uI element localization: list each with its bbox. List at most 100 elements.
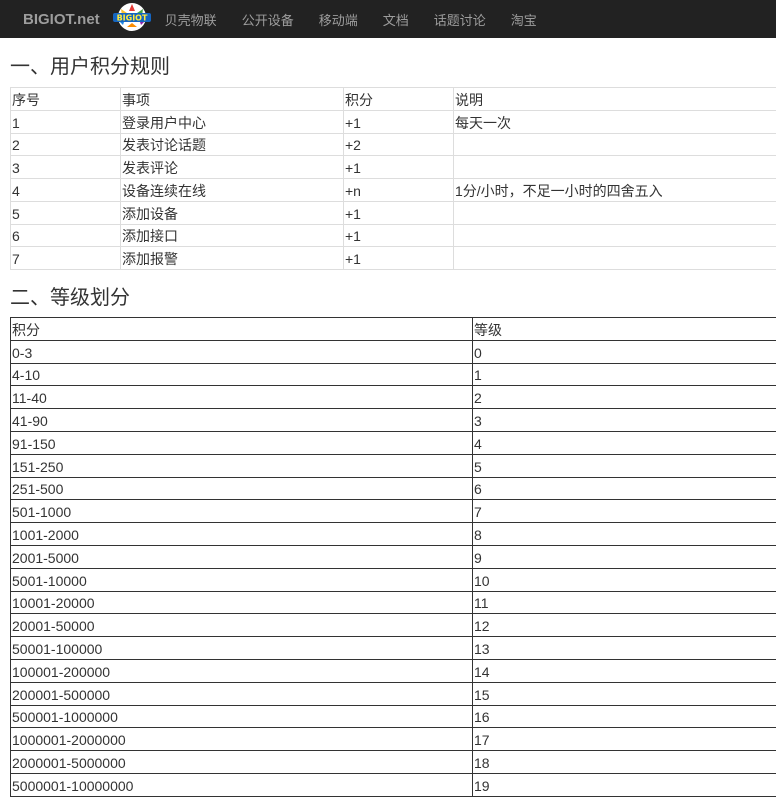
table-row: 2发表讨论话题+2 (11, 133, 776, 156)
table-cell: +n (344, 179, 454, 202)
top-navbar: BIGIOT.net BIGIOT 贝壳物联 公开设备 移动端 文档 话题讨论 … (0, 0, 776, 38)
table-cell: 2001-5000 (11, 545, 473, 568)
section1-title: 一、用户积分规则 (10, 55, 170, 79)
table-cell: 500001-1000000 (11, 705, 473, 728)
table-row: 151-2505 (11, 454, 776, 477)
nav-item-topics[interactable]: 话题讨论 (434, 10, 486, 29)
table-row: 2001-50009 (11, 545, 776, 568)
table-cell: 6 (473, 477, 776, 500)
table-cell: 0-3 (11, 340, 473, 363)
table-cell: 6 (11, 224, 121, 247)
nav-item-mobile[interactable]: 移动端 (319, 10, 358, 29)
table-cell: 18 (473, 751, 776, 774)
table-cell: 2000001-5000000 (11, 751, 473, 774)
table-row: 5000001-1000000019 (11, 773, 776, 796)
nav-menu: 贝壳物联 公开设备 移动端 文档 话题讨论 淘宝 (165, 10, 562, 29)
table-row: 100001-20000014 (11, 659, 776, 682)
table-cell: 5000001-10000000 (11, 773, 473, 796)
table-cell: 7 (473, 500, 776, 523)
table-cell: 0 (473, 340, 776, 363)
table-cell: 11-40 (11, 386, 473, 409)
table-cell: 9 (473, 545, 776, 568)
table-cell: 15 (473, 682, 776, 705)
table-cell: 4-10 (11, 363, 473, 386)
table-cell: 1 (11, 110, 121, 133)
table-cell (454, 133, 776, 156)
table-row: 10001-2000011 (11, 591, 776, 614)
table-row: 41-903 (11, 409, 776, 432)
table-cell: 11 (473, 591, 776, 614)
table-cell: 1001-2000 (11, 523, 473, 546)
table-cell: 5001-10000 (11, 568, 473, 591)
column-header: 积分 (344, 88, 454, 111)
table-row: 6添加接口+1 (11, 224, 776, 247)
nav-item-docs[interactable]: 文档 (383, 10, 409, 29)
table-cell: 10 (473, 568, 776, 591)
nav-item-taobao[interactable]: 淘宝 (511, 10, 537, 29)
table-cell: 501-1000 (11, 500, 473, 523)
table-cell: +1 (344, 156, 454, 179)
logo-icon[interactable]: BIGIOT (111, 1, 153, 37)
logo-text: BIGIOT (116, 14, 147, 23)
table-cell: 14 (473, 659, 776, 682)
table-cell: +1 (344, 201, 454, 224)
table-cell: 每天一次 (454, 110, 776, 133)
table-cell: 3 (473, 409, 776, 432)
table-cell: 12 (473, 614, 776, 637)
table-cell: 2 (11, 133, 121, 156)
table-cell: 7 (11, 247, 121, 270)
table-cell: 100001-200000 (11, 659, 473, 682)
table-cell: 251-500 (11, 477, 473, 500)
table-row: 1001-20008 (11, 523, 776, 546)
table-row: 5001-1000010 (11, 568, 776, 591)
table-cell: +1 (344, 224, 454, 247)
table-cell (454, 247, 776, 270)
table-cell: +2 (344, 133, 454, 156)
nav-item-public-devices[interactable]: 公开设备 (242, 10, 294, 29)
table-header-row: 序号 事项 积分 说明 (11, 88, 776, 111)
table-row: 1000001-200000017 (11, 728, 776, 751)
table-cell: 91-150 (11, 431, 473, 454)
table-cell (454, 156, 776, 179)
table-cell: 19 (473, 773, 776, 796)
table-cell: 5 (473, 454, 776, 477)
table-cell: 5 (11, 201, 121, 224)
table-cell: +1 (344, 247, 454, 270)
table-cell: 发表评论 (121, 156, 344, 179)
table-row: 1登录用户中心+1每天一次 (11, 110, 776, 133)
table-cell: 1 (473, 363, 776, 386)
column-header: 说明 (454, 88, 776, 111)
table-cell: 添加报警 (121, 247, 344, 270)
table-cell: 设备连续在线 (121, 179, 344, 202)
table-cell: 发表讨论话题 (121, 133, 344, 156)
table-cell: 2 (473, 386, 776, 409)
table-cell: 20001-50000 (11, 614, 473, 637)
table-cell: 4 (473, 431, 776, 454)
table-cell: 添加设备 (121, 201, 344, 224)
table-row: 11-402 (11, 386, 776, 409)
table-row: 91-1504 (11, 431, 776, 454)
table-row: 4-101 (11, 363, 776, 386)
points-rules-table: 序号 事项 积分 说明 1登录用户中心+1每天一次2发表讨论话题+23发表评论+… (10, 87, 776, 270)
brand-link[interactable]: BIGIOT.net (23, 11, 100, 28)
column-header: 等级 (473, 318, 776, 341)
table-row: 200001-50000015 (11, 682, 776, 705)
table-cell (454, 201, 776, 224)
table-row: 500001-100000016 (11, 705, 776, 728)
table-cell: +1 (344, 110, 454, 133)
table-cell: 41-90 (11, 409, 473, 432)
section2-title: 二、等级划分 (10, 286, 130, 310)
table-cell (454, 224, 776, 247)
nav-item-beike[interactable]: 贝壳物联 (165, 10, 217, 29)
table-cell: 1分/小时，不足一小时的四舍五入 (454, 179, 776, 202)
table-row: 501-10007 (11, 500, 776, 523)
table-cell: 50001-100000 (11, 637, 473, 660)
table-row: 7添加报警+1 (11, 247, 776, 270)
table-cell: 4 (11, 179, 121, 202)
table-cell: 3 (11, 156, 121, 179)
column-header: 积分 (11, 318, 473, 341)
table-row: 251-5006 (11, 477, 776, 500)
table-cell: 200001-500000 (11, 682, 473, 705)
table-header-row: 积分 等级 (11, 318, 776, 341)
table-cell: 151-250 (11, 454, 473, 477)
